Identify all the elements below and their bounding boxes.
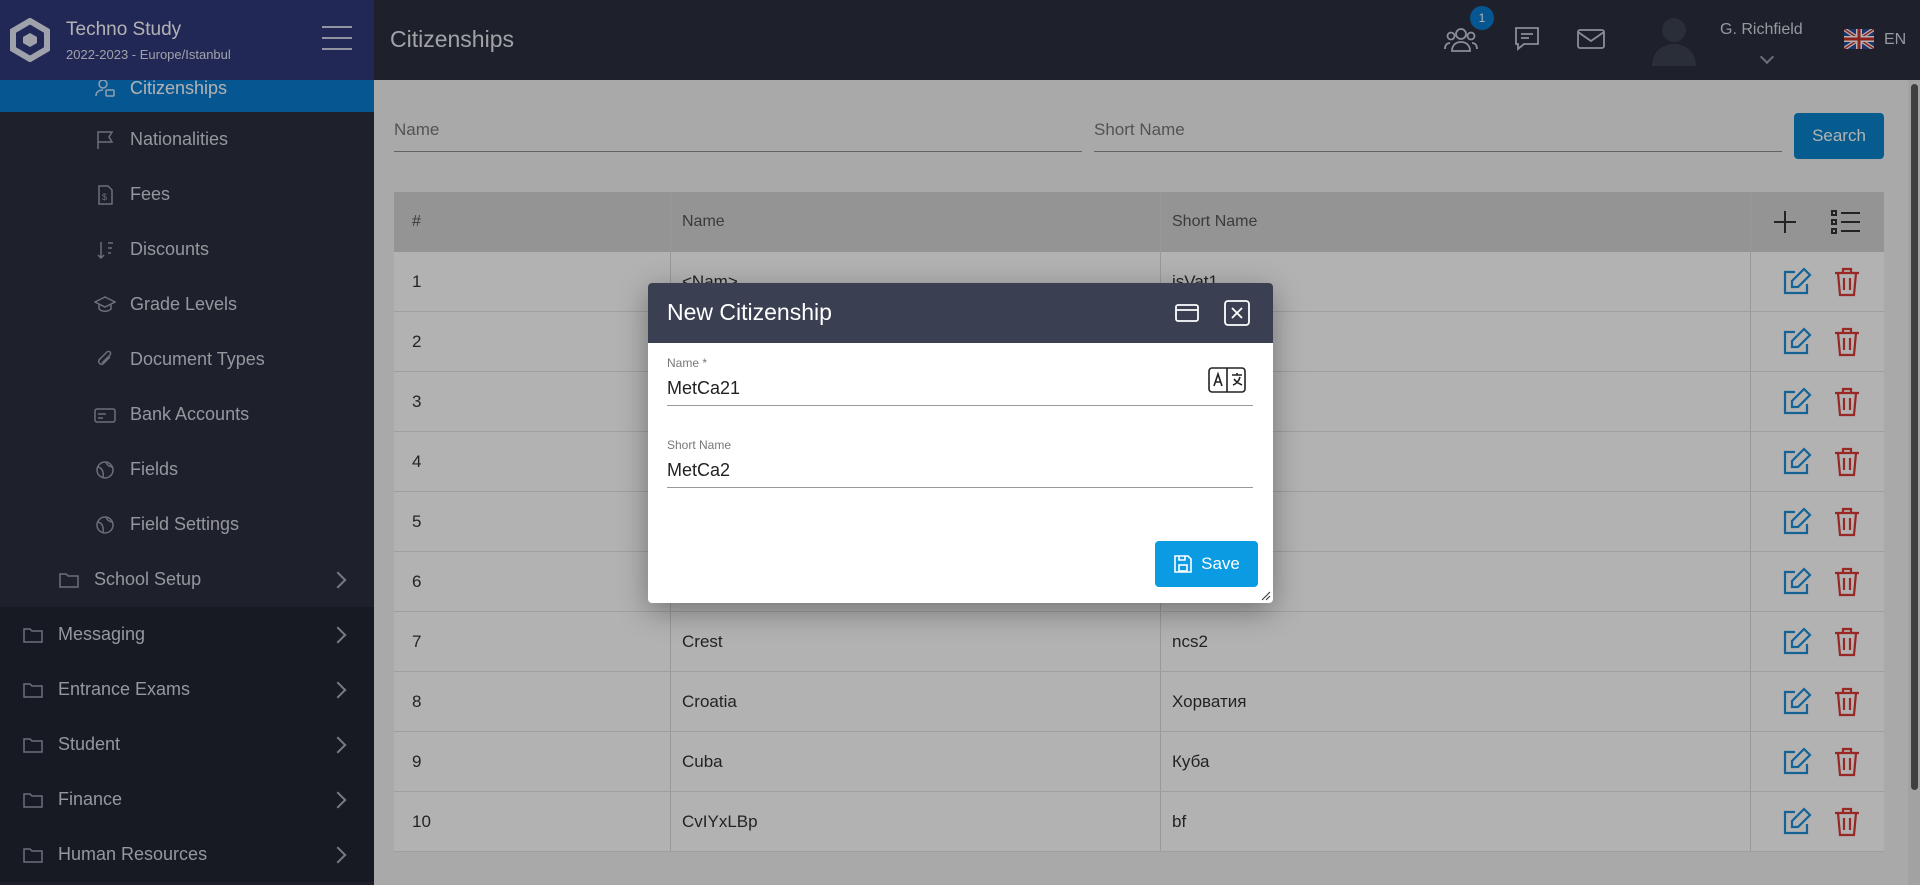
floppy-disk-icon [1174, 555, 1192, 573]
resize-handle-icon[interactable] [1259, 589, 1271, 601]
dialog-title: New Citizenship [667, 299, 832, 325]
maximize-icon[interactable] [1173, 299, 1201, 327]
save-button[interactable]: Save [1155, 541, 1258, 587]
save-label: Save [1201, 554, 1240, 573]
close-icon[interactable] [1223, 299, 1251, 327]
translate-icon[interactable] [1208, 367, 1246, 393]
new-citizenship-dialog: New Citizenship Name * MetCa21 Short Nam… [648, 283, 1273, 603]
modal-overlay: New Citizenship Name * MetCa21 Short Nam… [0, 0, 1920, 885]
short-name-field[interactable]: MetCa2 [667, 460, 730, 481]
name-field-underline [667, 405, 1253, 406]
name-field[interactable]: MetCa21 [667, 378, 740, 399]
short-name-field-underline [667, 487, 1253, 488]
name-field-label: Name * [667, 356, 708, 370]
short-name-field-label: Short Name [667, 438, 732, 452]
dialog-header: New Citizenship [648, 283, 1273, 343]
